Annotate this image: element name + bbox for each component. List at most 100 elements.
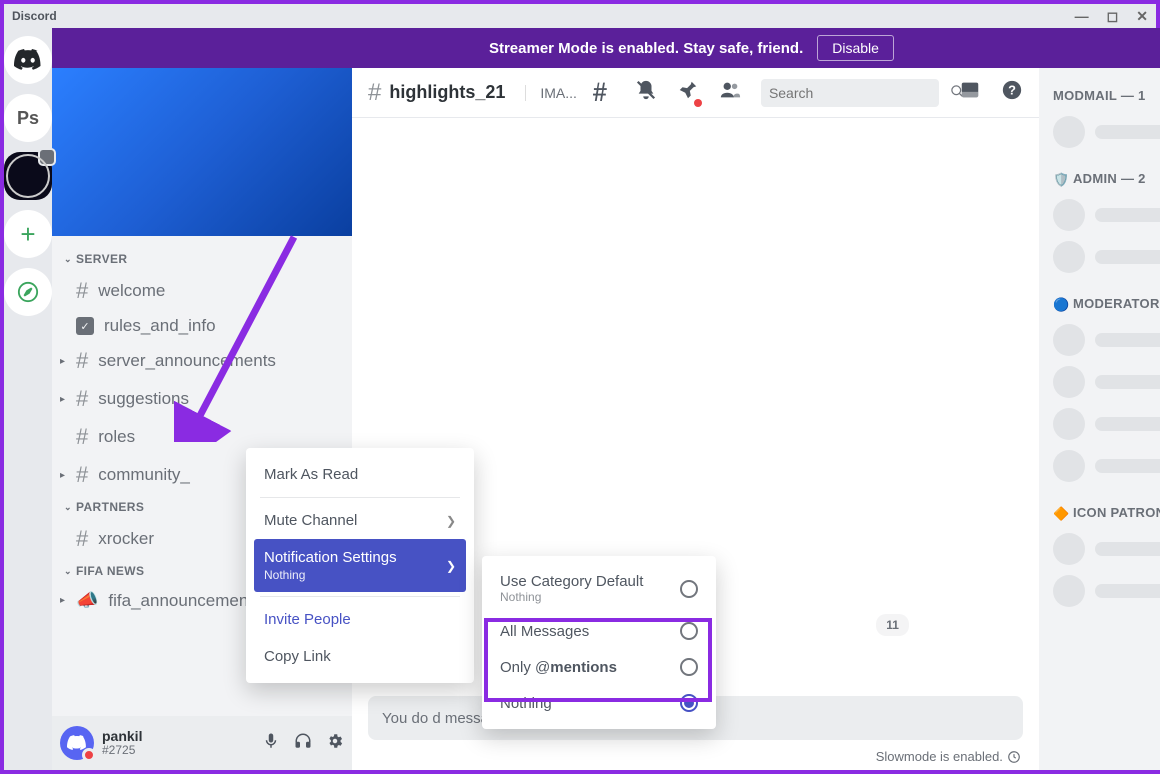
help-button[interactable]: ? (1001, 79, 1023, 106)
add-server-button[interactable]: + (4, 210, 52, 258)
member-item[interactable] (1053, 319, 1160, 361)
channel-topic[interactable]: IMA... (525, 85, 577, 101)
ctx-mute-channel[interactable]: Mute Channel❯ (254, 502, 466, 539)
hash-icon: # (76, 348, 88, 374)
role-header: 🔶ICON PATRON — 2 (1053, 505, 1160, 520)
hash-icon: # (76, 526, 88, 552)
slowmode-indicator: Slowmode is enabled. (876, 749, 1021, 764)
channel-label: community_ (98, 465, 190, 485)
channel-label: rules_and_info (104, 316, 216, 336)
ctx-invite-people[interactable]: Invite People (254, 601, 466, 638)
members-toggle-button[interactable] (719, 79, 741, 106)
hash-icon: # (368, 79, 381, 107)
member-item[interactable] (1053, 528, 1160, 570)
name-placeholder (1095, 250, 1160, 264)
channel-context-menu: Mark As Read Mute Channel❯ Notification … (246, 448, 474, 683)
channel-name: highlights_21 (389, 82, 505, 103)
pinned-button[interactable] (677, 79, 699, 106)
name-placeholder (1095, 333, 1160, 347)
name-placeholder (1095, 125, 1160, 139)
mute-mic-button[interactable] (262, 732, 280, 755)
guild-rail: Ps + (4, 28, 52, 770)
username: pankil (102, 729, 254, 744)
role-header: 🔵MODERATORS — 4 (1053, 296, 1160, 311)
avatar-placeholder (1053, 575, 1085, 607)
name-placeholder (1095, 417, 1160, 431)
role-icon: 🛡️ (1053, 172, 1067, 186)
sub-only-mentions[interactable]: Only @mentions (490, 649, 708, 685)
home-button[interactable] (4, 36, 52, 84)
hash-icon: # (76, 386, 88, 412)
user-tag: #2725 (102, 744, 254, 757)
members-list: MODMAIL — 1🛡️ADMIN — 2🔵MODERATORS — 4🔶IC… (1039, 68, 1160, 770)
channel-rules_and_info[interactable]: ✓rules_and_info (56, 310, 348, 342)
inbox-button[interactable] (959, 79, 981, 106)
discord-logo-icon (14, 49, 42, 71)
server-banner[interactable] (52, 68, 352, 236)
member-item[interactable] (1053, 403, 1160, 445)
user-panel: pankil #2725 (52, 716, 352, 770)
channel-label: server_announcements (98, 351, 276, 371)
sub-nothing[interactable]: Nothing (490, 685, 708, 721)
titlebar: Discord — ◻ ✕ (4, 4, 1156, 28)
channel-welcome[interactable]: #welcome (56, 272, 348, 310)
channel-label: roles (98, 427, 135, 447)
minimize-button[interactable]: — (1075, 8, 1089, 25)
member-item[interactable] (1053, 194, 1160, 236)
radio-icon (680, 580, 698, 598)
disable-streamer-button[interactable]: Disable (817, 35, 894, 61)
channel-server_announcements[interactable]: # server_announcements (56, 342, 348, 380)
divider (260, 596, 460, 597)
divider (260, 497, 460, 498)
explore-button[interactable] (4, 268, 52, 316)
name-placeholder (1095, 584, 1160, 598)
compass-icon (17, 281, 39, 303)
role-header: 🛡️ADMIN — 2 (1053, 171, 1160, 186)
channel-title: # highlights_21 (368, 79, 505, 107)
channel-suggestions[interactable]: #suggestions (56, 380, 348, 418)
category-header[interactable]: ⌄ SERVER (56, 246, 348, 272)
avatar-placeholder (1053, 450, 1085, 482)
channel-label: xrocker (98, 529, 154, 549)
name-placeholder (1095, 208, 1160, 222)
streamer-mode-banner: Streamer Mode is enabled. Stay safe, fri… (52, 28, 1160, 68)
guild-fifa[interactable] (4, 152, 52, 200)
role-icon: 🔶 (1053, 506, 1067, 520)
megaphone-icon: 📣 (76, 590, 98, 611)
hash-icon: # (76, 424, 88, 450)
name-placeholder (1095, 459, 1160, 473)
avatar-placeholder (1053, 408, 1085, 440)
ctx-copy-link[interactable]: Copy Link (254, 638, 466, 675)
app-name: Discord (12, 9, 57, 23)
user-settings-button[interactable] (326, 732, 344, 755)
member-item[interactable] (1053, 236, 1160, 278)
close-button[interactable]: ✕ (1136, 8, 1148, 25)
search-box[interactable] (761, 79, 939, 107)
radio-icon (680, 658, 698, 676)
ctx-notification-settings[interactable]: Notification Settings Nothing ❯ (254, 539, 466, 592)
dnd-status-icon (82, 748, 96, 762)
user-avatar[interactable] (60, 726, 94, 760)
threads-button[interactable] (593, 79, 615, 106)
member-item[interactable] (1053, 570, 1160, 612)
sub-use-default[interactable]: Use Category DefaultNothing (490, 564, 708, 613)
member-item[interactable] (1053, 361, 1160, 403)
member-item[interactable] (1053, 111, 1160, 153)
guild-ps[interactable]: Ps (4, 94, 52, 142)
search-input[interactable] (769, 85, 950, 101)
activity-badge-icon (38, 148, 56, 166)
chevron-down-icon: ⌄ (64, 502, 72, 513)
date-divider: 11 (876, 614, 909, 636)
member-item[interactable] (1053, 445, 1160, 487)
user-names[interactable]: pankil #2725 (102, 729, 254, 758)
streamer-text: Streamer Mode is enabled. Stay safe, fri… (489, 40, 803, 57)
channel-label: fifa_announcements (108, 591, 261, 611)
ctx-mark-as-read[interactable]: Mark As Read (254, 456, 466, 493)
name-placeholder (1095, 542, 1160, 556)
deafen-button[interactable] (294, 732, 312, 755)
chevron-down-icon: ⌄ (64, 566, 72, 577)
hash-icon: # (76, 278, 88, 304)
maximize-button[interactable]: ◻ (1107, 8, 1119, 25)
notifications-button[interactable] (635, 79, 657, 106)
sub-all-messages[interactable]: All Messages (490, 613, 708, 649)
